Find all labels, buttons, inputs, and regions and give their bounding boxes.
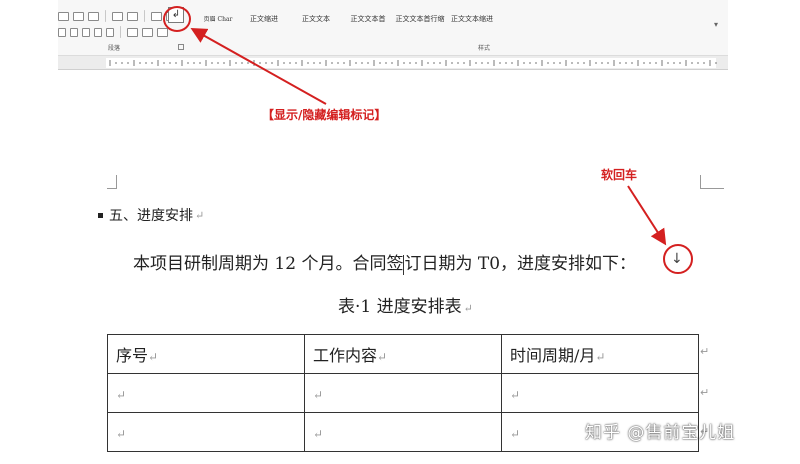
table-header-row: 序号↵ 工作内容↵ 时间周期/月↵ (107, 334, 699, 374)
cell-mark-icon: ↵ (116, 387, 127, 402)
cell-mark-icon: ↵ (595, 350, 606, 364)
row-end-mark-icon: ↵ (700, 345, 710, 358)
cell-mark-icon: ↵ (377, 350, 388, 364)
table-header-cell[interactable]: 时间周期/月↵ (501, 334, 699, 374)
section-heading-text: 五、进度安排 (109, 208, 193, 224)
soft-return-icon: ↓ (671, 251, 683, 267)
table-caption-text: 表·1 进度安排表 (338, 297, 462, 317)
watermark: 知乎 @售前宝儿姐 (585, 423, 736, 443)
cell-mark-icon: ↵ (148, 350, 159, 364)
paragraph-text-after-cursor: 订日期为 T0，进度安排如下： (404, 254, 637, 274)
table-header-cell[interactable]: 工作内容↵ (304, 334, 502, 374)
table-cell[interactable]: ↵ (304, 412, 502, 452)
cell-mark-icon: ↵ (313, 426, 324, 441)
section-heading[interactable]: 五、进度安排 ↵ (98, 205, 204, 225)
table-cell[interactable]: ↵ (501, 373, 699, 413)
cell-mark-icon: ↵ (510, 387, 521, 402)
paragraph-mark-icon: ↵ (463, 302, 473, 315)
table-cell[interactable]: ↵ (304, 373, 502, 413)
heading-bullet-icon (98, 212, 103, 218)
table-cell[interactable]: ↵ (107, 373, 305, 413)
row-end-mark-icon: ↵ (700, 386, 710, 399)
paragraph-mark-icon: ↵ (195, 208, 205, 222)
table-cell[interactable]: ↵ (107, 412, 305, 452)
header-text: 序号 (116, 346, 149, 365)
cell-mark-icon: ↵ (116, 426, 127, 441)
body-paragraph[interactable]: 本项目研制周期为 12 个月。合同签订日期为 T0，进度安排如下： (133, 249, 636, 275)
cell-mark-icon: ↵ (510, 426, 521, 441)
paragraph-text-before-cursor: 本项目研制周期为 12 个月。合同签 (133, 254, 404, 274)
table-header-cell[interactable]: 序号↵ (107, 334, 305, 374)
arrow-to-marks-button (190, 28, 327, 105)
table-caption[interactable]: 表·1 进度安排表 ↵ (338, 292, 473, 317)
header-text: 时间周期/月 (510, 346, 596, 365)
table-row: ↵ ↵ ↵ (107, 373, 699, 413)
arrow-to-soft-return (627, 185, 667, 246)
cell-mark-icon: ↵ (313, 387, 324, 402)
header-text: 工作内容 (313, 346, 378, 365)
